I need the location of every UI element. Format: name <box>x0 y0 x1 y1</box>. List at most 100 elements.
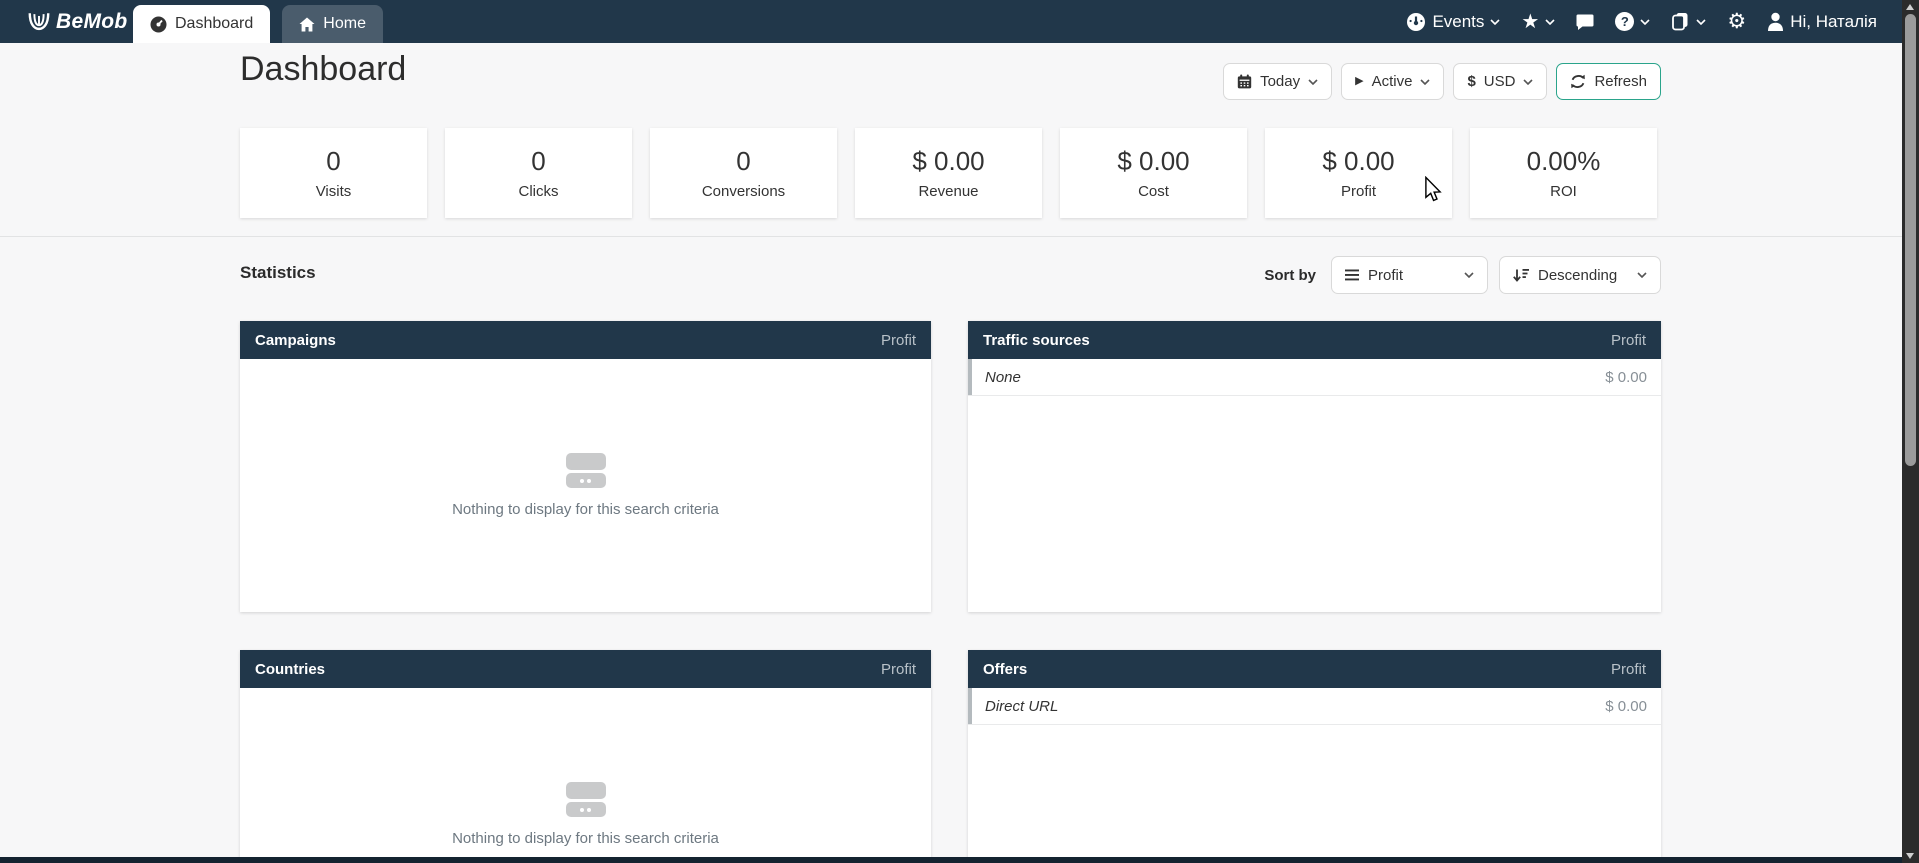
stat-card-clicks: 0 Clicks <box>445 128 632 218</box>
status-label: Active <box>1372 73 1413 90</box>
dashboard-gauge-icon <box>150 16 167 33</box>
stat-value: $ 0.00 <box>912 146 984 177</box>
status-filter-button[interactable]: ▶ Active <box>1341 63 1444 100</box>
stat-label: Visits <box>316 183 352 200</box>
settings-button[interactable]: ⚙ <box>1727 11 1746 32</box>
stat-label: Conversions <box>702 183 785 200</box>
vertical-scrollbar[interactable] <box>1902 0 1919 863</box>
tab-label: Dashboard <box>175 15 253 33</box>
table-row[interactable]: None $ 0.00 <box>968 359 1661 396</box>
gear-icon: ⚙ <box>1727 11 1746 32</box>
top-navbar: BeMob Dashboard Home <box>0 0 1902 43</box>
empty-state: Nothing to display for this search crite… <box>240 359 931 612</box>
stat-label: Revenue <box>918 183 978 200</box>
sort-field-value: Profit <box>1368 267 1403 284</box>
empty-state-text: Nothing to display for this search crite… <box>452 501 719 518</box>
user-icon <box>1767 12 1784 31</box>
offers-panel: Offers Profit Direct URL $ 0.00 <box>968 650 1661 863</box>
traffic-sources-panel: Traffic sources Profit None $ 0.00 <box>968 321 1661 612</box>
stat-card-conversions: 0 Conversions <box>650 128 837 218</box>
stat-value: 0 <box>531 146 545 177</box>
campaigns-panel-body: Nothing to display for this search crite… <box>240 359 931 612</box>
events-label: Events <box>1432 12 1484 32</box>
panel-metric-label: Profit <box>881 661 916 678</box>
refresh-label: Refresh <box>1594 73 1647 90</box>
sort-direction-value: Descending <box>1538 267 1617 284</box>
panel-title: Offers <box>983 661 1027 678</box>
library-icon <box>1671 12 1690 31</box>
section-divider <box>0 236 1902 237</box>
user-menu[interactable]: Hi, Наталія <box>1767 12 1877 32</box>
chevron-down-icon <box>1490 19 1500 25</box>
play-icon: ▶ <box>1355 76 1363 87</box>
panel-title: Countries <box>255 661 325 678</box>
chevron-down-icon <box>1464 272 1474 278</box>
stat-value: 0 <box>326 146 340 177</box>
stat-label: ROI <box>1550 183 1577 200</box>
refresh-button[interactable]: Refresh <box>1556 63 1661 100</box>
empty-results-icon <box>566 782 606 817</box>
offers-panel-header: Offers Profit <box>968 650 1661 688</box>
traffic-sources-panel-body: None $ 0.00 <box>968 359 1661 612</box>
row-name: Direct URL <box>985 698 1058 715</box>
feedback-button[interactable] <box>1576 13 1594 31</box>
sort-field-select[interactable]: Profit <box>1331 256 1488 294</box>
row-value: $ 0.00 <box>1605 369 1647 386</box>
scroll-up-arrow[interactable] <box>1906 4 1914 10</box>
list-icon <box>1345 269 1359 281</box>
favorites-menu[interactable]: ★ <box>1521 12 1555 32</box>
chevron-down-icon <box>1420 79 1430 85</box>
question-circle-icon: ? <box>1615 12 1634 31</box>
currency-button[interactable]: $ USD <box>1453 63 1547 100</box>
tab-home[interactable]: Home <box>282 5 383 43</box>
chevron-down-icon <box>1545 19 1555 25</box>
countries-panel: Countries Profit Nothing to display for … <box>240 650 931 863</box>
panel-title: Traffic sources <box>983 332 1090 349</box>
panel-metric-label: Profit <box>1611 332 1646 349</box>
bemob-logo[interactable]: BeMob <box>27 10 128 34</box>
home-icon <box>299 17 315 32</box>
tab-dashboard[interactable]: Dashboard <box>133 5 270 43</box>
sort-direction-select[interactable]: Descending <box>1499 256 1661 294</box>
scroll-down-arrow[interactable] <box>1906 853 1914 859</box>
chevron-down-icon <box>1637 272 1647 278</box>
statistics-heading: Statistics <box>240 263 316 283</box>
sort-descending-icon <box>1513 268 1529 282</box>
navbar-right: Events ★ ? <box>1406 0 1877 43</box>
panel-metric-label: Profit <box>881 332 916 349</box>
chevron-down-icon <box>1696 19 1706 25</box>
stat-label: Clicks <box>519 183 559 200</box>
traffic-sources-panel-header: Traffic sources Profit <box>968 321 1661 359</box>
stat-card-cost: $ 0.00 Cost <box>1060 128 1247 218</box>
mouse-cursor <box>1424 176 1442 208</box>
chat-bubble-icon <box>1576 13 1594 31</box>
row-accent-bar <box>968 688 972 724</box>
date-range-label: Today <box>1260 73 1300 90</box>
events-menu[interactable]: Events <box>1406 12 1500 32</box>
stat-value: 0.00% <box>1527 146 1601 177</box>
stat-value: $ 0.00 <box>1117 146 1189 177</box>
empty-state: Nothing to display for this search crite… <box>240 688 931 863</box>
stat-card-roi: 0.00% ROI <box>1470 128 1657 218</box>
empty-state-text: Nothing to display for this search crite… <box>452 830 719 847</box>
stat-label: Profit <box>1341 183 1376 200</box>
sort-by-label: Sort by <box>1264 267 1316 284</box>
chevron-down-icon <box>1523 79 1533 85</box>
page-title: Dashboard <box>240 50 406 89</box>
row-name: None <box>985 369 1021 386</box>
stat-card-visits: 0 Visits <box>240 128 427 218</box>
nav-tabs: Dashboard Home <box>133 5 383 43</box>
panel-title: Campaigns <box>255 332 336 349</box>
calendar-icon <box>1237 74 1252 89</box>
stat-value: 0 <box>736 146 750 177</box>
scrollbar-thumb[interactable] <box>1905 14 1916 466</box>
sort-controls: Sort by Profit Descending <box>1254 256 1661 294</box>
row-accent-bar <box>968 359 972 395</box>
table-row[interactable]: Direct URL $ 0.00 <box>968 688 1661 725</box>
dollar-icon: $ <box>1467 73 1475 90</box>
resources-menu[interactable] <box>1671 12 1706 31</box>
help-menu[interactable]: ? <box>1615 12 1650 31</box>
chevron-down-icon <box>1640 19 1650 25</box>
date-range-button[interactable]: Today <box>1223 63 1332 100</box>
stat-label: Cost <box>1138 183 1169 200</box>
